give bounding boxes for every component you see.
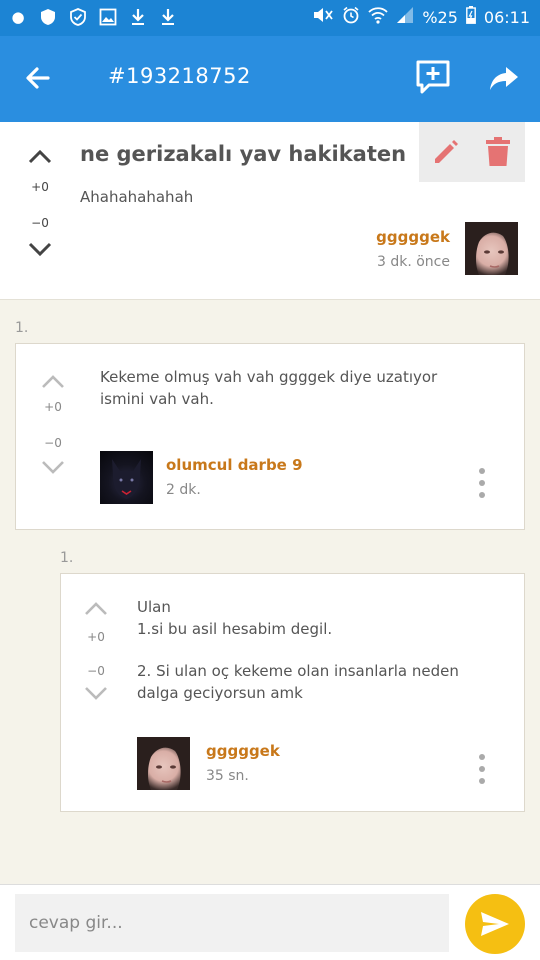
clock: 06:11: [483, 7, 530, 27]
downvote-button[interactable]: [40, 460, 66, 476]
reply-line: 2. Si ulan oç kekeme olan insanlarla ned…: [137, 662, 459, 680]
comment-time: 2 dk.: [166, 482, 201, 498]
post-title: ne gerizakalı yav hakikaten: [80, 142, 407, 166]
reply-card: +0 −0 Ulan 1.si bu asil hesabim degil. 2…: [60, 573, 525, 812]
commenter-avatar[interactable]: [100, 451, 153, 504]
app-bar: #193218752: [0, 36, 540, 122]
post-downvote-count: −0: [31, 216, 49, 230]
shield-check-icon: [68, 7, 88, 27]
post-vote-column: +0 −0: [20, 148, 60, 258]
comment-card: +0 −0 Kekeme olmuş vah vah ggggek diye u…: [15, 343, 525, 530]
edit-icon[interactable]: [431, 137, 461, 167]
download-icon: [128, 7, 148, 27]
download-icon: [158, 7, 178, 27]
post-actions: [419, 122, 525, 182]
reply-vote-column: +0 −0: [76, 600, 116, 702]
delete-icon[interactable]: [483, 136, 513, 168]
post-author[interactable]: gggggek: [376, 228, 450, 246]
post-card: +0 −0 ne gerizakalı yav hakikaten Ahahah…: [0, 122, 540, 300]
signal-icon: [396, 6, 414, 28]
post-upvote-count: +0: [31, 180, 49, 194]
share-icon[interactable]: [486, 60, 522, 96]
more-vert-icon[interactable]: [478, 754, 486, 784]
reply-input[interactable]: [15, 894, 449, 952]
record-icon: ●: [11, 8, 25, 26]
shield-icon: [38, 7, 58, 27]
send-button[interactable]: [465, 894, 525, 954]
wifi-icon: [368, 6, 388, 28]
reply-time: 35 sn.: [206, 768, 249, 784]
post-time: 3 dk. önce: [376, 254, 450, 270]
comment-vote-column: +0 −0: [33, 373, 73, 476]
comment-text: Kekeme olmuş vah vah ggggek diye uzatıyo…: [100, 368, 438, 408]
system-status: %25 06:11: [312, 6, 530, 28]
battery-percent: %25: [422, 7, 458, 27]
arrow-left-icon[interactable]: [20, 60, 56, 96]
page-title: #193218752: [108, 64, 251, 88]
author-avatar[interactable]: [465, 222, 518, 275]
upvote-button[interactable]: [83, 600, 109, 616]
reply-author-avatar[interactable]: [137, 737, 190, 790]
comment-author[interactable]: olumcul darbe 9: [166, 456, 303, 474]
downvote-button[interactable]: [27, 242, 53, 258]
send-icon: [481, 912, 509, 936]
reply-line: 1.si bu asil hesabim degil.: [137, 620, 333, 638]
more-vert-icon[interactable]: [478, 468, 486, 498]
mute-icon: [312, 7, 334, 27]
comment-downvote-count: −0: [44, 436, 62, 450]
comment-index: 1.: [15, 320, 29, 336]
upvote-button[interactable]: [40, 373, 66, 389]
reply-bar: [0, 884, 540, 960]
post-body: Ahahahahahah: [80, 188, 194, 206]
image-icon: [98, 7, 118, 27]
reply-index: 1.: [60, 550, 74, 566]
reply-upvote-count: +0: [87, 630, 105, 644]
reply-author[interactable]: gggggek: [206, 742, 280, 760]
reply-line: Ulan: [137, 598, 171, 616]
downvote-button[interactable]: [83, 686, 109, 702]
upvote-button[interactable]: [27, 148, 53, 164]
reply-downvote-count: −0: [87, 664, 105, 678]
status-bar: ● %25 06:11: [0, 0, 540, 36]
battery-icon: [465, 6, 476, 28]
comment-upvote-count: +0: [44, 400, 62, 414]
reply-line: dalga geciyorsun amk: [137, 684, 303, 702]
alarm-icon: [342, 6, 360, 28]
comment-plus-icon[interactable]: [414, 58, 452, 96]
notification-icons: ●: [8, 7, 178, 27]
